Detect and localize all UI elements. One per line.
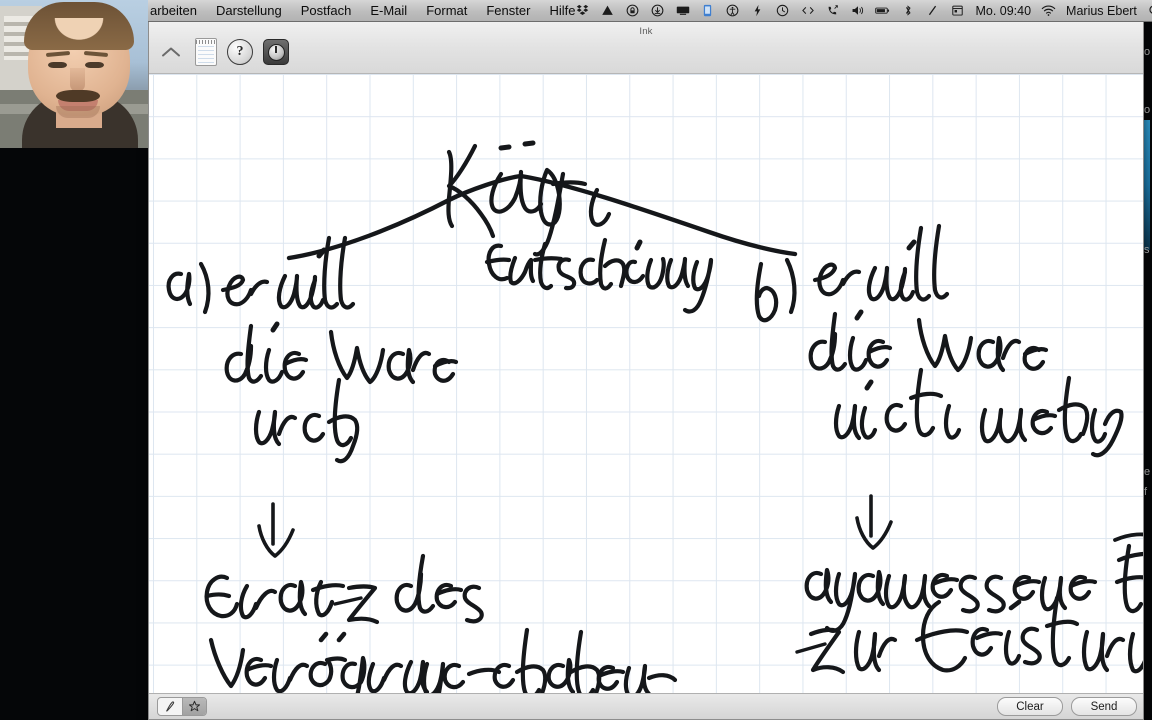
- pen-icon[interactable]: [925, 3, 940, 18]
- window-title: Ink: [639, 26, 653, 37]
- ink-mode-toggle[interactable]: [157, 697, 207, 716]
- accessibility-icon[interactable]: [725, 3, 740, 18]
- background-text-fragment: f: [1144, 486, 1148, 498]
- ink-canvas[interactable]: [149, 74, 1143, 694]
- menu-darstellung[interactable]: Darstellung: [216, 3, 282, 18]
- code-brackets-icon[interactable]: [800, 3, 815, 18]
- calendar-icon[interactable]: [950, 3, 965, 18]
- menu-bar-status-items: Mo. 09:40 Marius Ebert: [575, 3, 1152, 18]
- webcam-subject-eye-left: [48, 62, 67, 68]
- background-text-fragment: o: [1144, 104, 1151, 116]
- menu-format[interactable]: Format: [426, 3, 467, 18]
- menu-fenster[interactable]: Fenster: [486, 3, 530, 18]
- webcam-subject-chin: [56, 106, 100, 118]
- download-icon[interactable]: [650, 3, 665, 18]
- webcam-subject-mustache: [56, 90, 100, 102]
- background-text-fragment: o: [1144, 46, 1151, 58]
- menu-bearbeiten[interactable]: arbeiten: [150, 3, 197, 18]
- wifi-icon[interactable]: [1041, 3, 1056, 18]
- notepad-rings: [196, 40, 216, 44]
- menu-email[interactable]: E-Mail: [370, 3, 407, 18]
- menu-postfach[interactable]: Postfach: [301, 3, 352, 18]
- webcam-overlay[interactable]: [0, 0, 148, 148]
- star-mode-icon[interactable]: [182, 698, 206, 715]
- notepad-icon[interactable]: [195, 38, 217, 66]
- notepad-lines: [198, 46, 214, 63]
- webcam-subject-eye-right: [85, 62, 104, 68]
- handwriting-layer: [166, 140, 1143, 694]
- ink-bottom-bar: Clear Send: [149, 693, 1143, 719]
- ink-action-buttons: Clear Send: [997, 697, 1137, 716]
- background-text-fragment: s: [1144, 244, 1150, 256]
- left-arrow-head: [257, 524, 295, 558]
- send-button[interactable]: Send: [1071, 697, 1137, 716]
- window-titlebar[interactable]: Ink ?: [149, 22, 1143, 74]
- phone-sync-icon[interactable]: [700, 3, 715, 18]
- preferences-icon[interactable]: [263, 39, 289, 65]
- handwriting-branch-label: [484, 237, 714, 314]
- menubar-username[interactable]: Marius Ebert: [1066, 4, 1137, 18]
- display-icon[interactable]: [675, 3, 690, 18]
- preferences-knob: [267, 43, 285, 61]
- background-text-fragment: e: [1144, 466, 1151, 478]
- menu-hilfe[interactable]: Hilfe: [549, 3, 575, 18]
- handwriting-title: [446, 140, 612, 257]
- menubar-clock[interactable]: Mo. 09:40: [975, 4, 1031, 18]
- ink-window: Ink ? Clear Send: [148, 22, 1144, 720]
- help-icon[interactable]: ?: [227, 39, 253, 65]
- webcam-subject-hair: [24, 2, 134, 50]
- pen-mode-icon[interactable]: [158, 698, 182, 715]
- right-arrow-head: [855, 516, 893, 550]
- search-icon[interactable]: [1147, 3, 1152, 18]
- dropbox-icon[interactable]: [575, 3, 590, 18]
- flash-icon[interactable]: [750, 3, 765, 18]
- chevron-up-icon[interactable]: [157, 39, 185, 65]
- google-drive-icon[interactable]: [600, 3, 615, 18]
- handwriting-right-branch: [754, 223, 1143, 675]
- time-machine-icon[interactable]: [775, 3, 790, 18]
- bluetooth-icon[interactable]: [900, 3, 915, 18]
- lock-icon[interactable]: [625, 3, 640, 18]
- battery-icon[interactable]: [875, 3, 890, 18]
- ink-toolbar: ?: [157, 38, 289, 66]
- telephone-icon[interactable]: [825, 3, 840, 18]
- menu-bar: arbeiten Darstellung Postfach E-Mail For…: [0, 0, 1152, 22]
- clear-button[interactable]: Clear: [997, 697, 1063, 716]
- webcam-subject-nose: [70, 68, 85, 92]
- volume-icon[interactable]: [850, 3, 865, 18]
- handwriting-left-branch: [166, 235, 678, 694]
